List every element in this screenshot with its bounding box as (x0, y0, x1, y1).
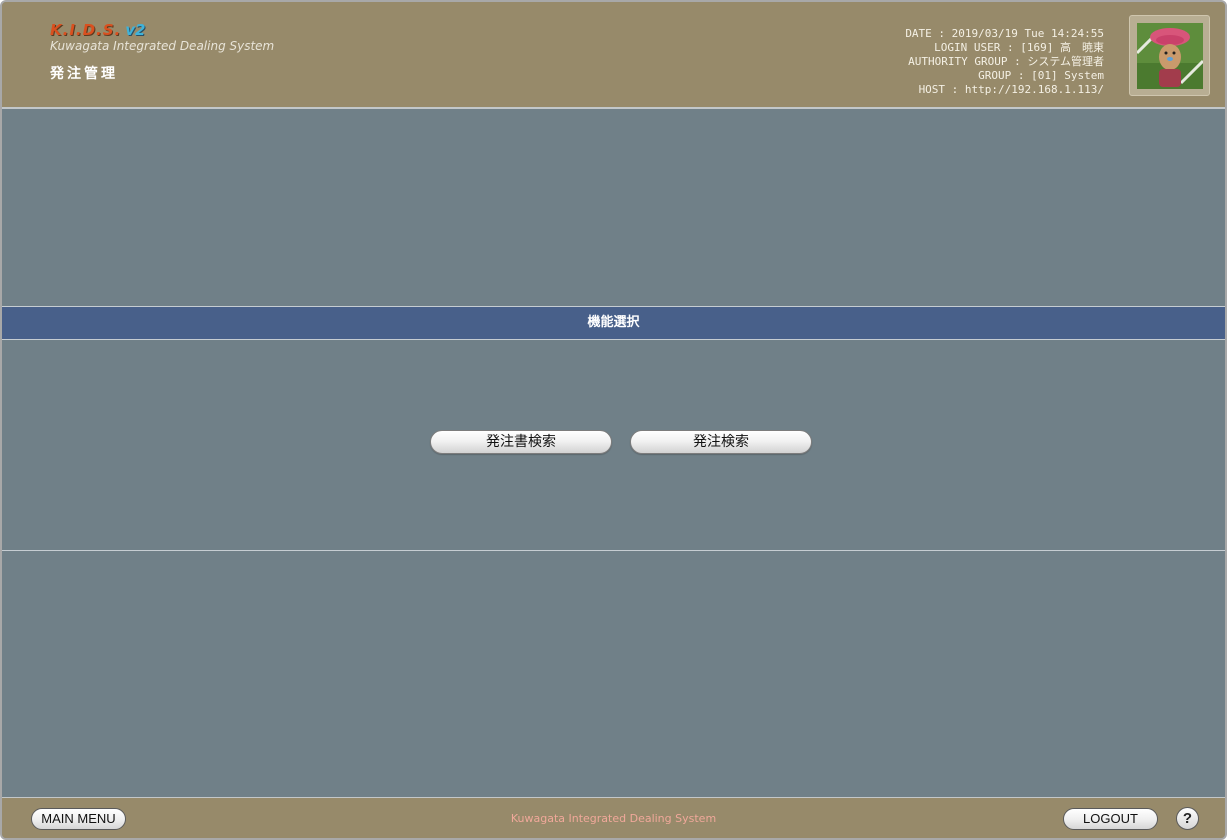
main-menu-button[interactable]: MAIN MENU (31, 808, 126, 830)
footer-system-name: Kuwagata Integrated Dealing System (510, 812, 717, 825)
app-window: K.I.D.S. v2 Kuwagata Integrated Dealing S… (0, 0, 1227, 840)
order-document-search-button[interactable]: 発注書検索 (430, 430, 612, 454)
logo: K.I.D.S. v2 (50, 20, 145, 40)
logout-button[interactable]: LOGOUT (1063, 808, 1158, 830)
session-date: DATE : 2019/03/19 Tue 14:24:55 (905, 27, 1104, 40)
order-search-button[interactable]: 発注検索 (630, 430, 812, 454)
logo-kids: K.I.D.S. (50, 21, 122, 39)
session-group: GROUP : [01] System (978, 69, 1104, 82)
session-authority-group: AUTHORITY GROUP : システム管理者 (908, 55, 1104, 68)
session-host: HOST : http://192.168.1.113/ (918, 83, 1104, 96)
help-icon[interactable]: ? (1176, 807, 1199, 830)
footer: Kuwagata Integrated Dealing System MAIN … (2, 797, 1225, 838)
band-divider-bottom (2, 339, 1225, 340)
session-info: DATE : 2019/03/19 Tue 14:24:55 LOGIN USE… (905, 27, 1104, 97)
header: K.I.D.S. v2 Kuwagata Integrated Dealing S… (2, 2, 1225, 109)
module-title: 発注管理 (50, 66, 118, 82)
logo-subtitle: Kuwagata Integrated Dealing System (50, 39, 275, 53)
avatar (1129, 15, 1210, 96)
function-select-title: 機能選択 (2, 307, 1225, 339)
user-avatar-icon (1137, 23, 1203, 89)
logo-version: v2 (125, 21, 146, 39)
content-divider (2, 550, 1225, 551)
session-login-user: LOGIN USER : [169] 高 暁東 (934, 41, 1104, 54)
avatar-illustration (1137, 23, 1203, 89)
